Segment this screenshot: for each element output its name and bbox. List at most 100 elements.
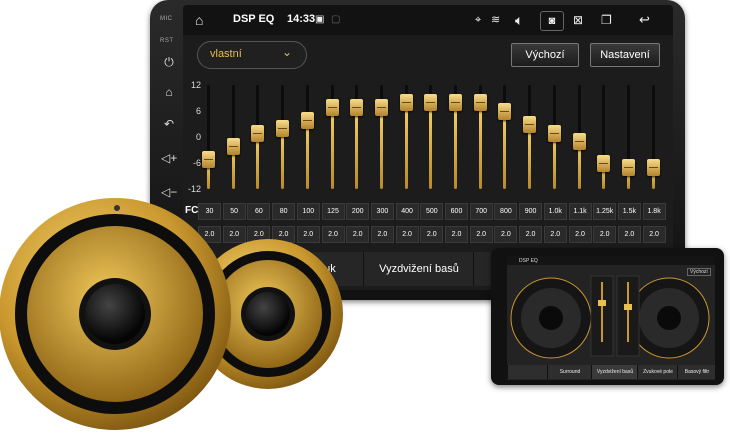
fc-cell[interactable]: 1.0k bbox=[543, 203, 567, 220]
fc-cell[interactable]: 1.25k bbox=[593, 203, 617, 220]
default-button[interactable]: Výchozí bbox=[511, 43, 579, 67]
slider-knob[interactable] bbox=[202, 150, 215, 168]
power-icon[interactable]: ⏻ bbox=[161, 54, 177, 70]
fc-cell[interactable]: 300 bbox=[370, 203, 394, 220]
fc-cell[interactable]: 1.8k bbox=[642, 203, 666, 220]
slider-knob[interactable] bbox=[621, 159, 635, 177]
volume-up-icon[interactable]: ◁+ bbox=[161, 150, 177, 166]
status-bar: ⌂ DSP EQ 14:33 ▣ ▢ ⌖ ≋ 🔈︎ ◙ ⊠ ❐ ↩ bbox=[183, 5, 673, 35]
slider-knob[interactable] bbox=[276, 120, 290, 138]
slider-fill bbox=[281, 128, 285, 189]
eq-slider-80[interactable] bbox=[273, 85, 293, 189]
slider-knob[interactable] bbox=[325, 98, 339, 116]
preset-dropdown[interactable]: vlastní ⌄ bbox=[197, 41, 307, 69]
slider-fill bbox=[305, 119, 309, 189]
home-icon[interactable]: ⌂ bbox=[161, 84, 177, 100]
clock: 14:33 bbox=[287, 13, 316, 25]
eq-slider-1.0k[interactable] bbox=[545, 85, 565, 189]
tablet-tab-surround[interactable]: Surround bbox=[547, 365, 592, 379]
eq-slider-30[interactable] bbox=[199, 85, 219, 189]
q-cell[interactable]: 2.0 bbox=[370, 226, 394, 243]
fc-cell[interactable]: 600 bbox=[445, 203, 468, 220]
slider-fill bbox=[503, 111, 507, 189]
close-app-icon[interactable]: ⊠ bbox=[573, 11, 583, 29]
slider-knob[interactable] bbox=[498, 103, 512, 120]
q-cell[interactable]: 2.0 bbox=[543, 226, 567, 243]
fc-cell[interactable]: 700 bbox=[469, 203, 493, 220]
volume-icon[interactable]: 🔈︎ bbox=[515, 11, 523, 29]
fc-cell[interactable]: 500 bbox=[420, 203, 444, 220]
slider-knob[interactable] bbox=[523, 116, 537, 133]
eq-slider-125[interactable] bbox=[323, 85, 343, 189]
eq-slider-100[interactable] bbox=[298, 85, 318, 189]
q-cell[interactable]: 2.0 bbox=[519, 226, 543, 243]
eq-slider-200[interactable] bbox=[347, 85, 367, 189]
slider-knob[interactable] bbox=[300, 111, 314, 129]
camera-icon[interactable]: ◙ bbox=[540, 11, 564, 31]
location-icon: ⌖ bbox=[475, 14, 482, 26]
back-icon[interactable]: ↶ bbox=[161, 116, 177, 132]
q-cell[interactable]: 2.0 bbox=[617, 226, 641, 243]
fc-cell[interactable]: 400 bbox=[395, 203, 419, 220]
eq-slider-600[interactable] bbox=[446, 85, 466, 189]
q-cell[interactable]: 2.0 bbox=[494, 226, 518, 243]
tablet-tab-0[interactable] bbox=[507, 365, 548, 379]
gallery-icon: ▣ bbox=[315, 14, 325, 25]
eq-slider-1.5k[interactable] bbox=[619, 85, 639, 189]
q-cell[interactable]: 2.0 bbox=[593, 226, 617, 243]
slider-knob[interactable] bbox=[424, 94, 438, 112]
q-cell[interactable]: 2.0 bbox=[445, 226, 468, 243]
fc-cell[interactable]: 1.5k bbox=[617, 203, 641, 220]
q-cell[interactable]: 2.0 bbox=[469, 226, 493, 243]
slider-fill bbox=[478, 102, 482, 189]
windows-icon[interactable]: ❐ bbox=[601, 11, 612, 29]
left-rail: MIC RST ⏻ ⌂ ↶ ◁+ ◁− bbox=[155, 12, 183, 212]
notification-icon: ▢ bbox=[331, 14, 341, 25]
q-cell[interactable]: 2.0 bbox=[420, 226, 444, 243]
slider-knob[interactable] bbox=[251, 124, 265, 142]
fc-cell[interactable]: 1.1k bbox=[568, 203, 592, 220]
eq-slider-1.1k[interactable] bbox=[570, 85, 590, 189]
slider-knob[interactable] bbox=[449, 94, 462, 112]
slider-knob[interactable] bbox=[547, 124, 561, 142]
tablet-tab-bass-boost[interactable]: Vyzdvižení basů bbox=[591, 365, 638, 379]
q-cell[interactable]: 2.0 bbox=[395, 226, 419, 243]
back-icon[interactable]: ↩ bbox=[639, 11, 650, 29]
q-cell[interactable]: 2.0 bbox=[568, 226, 592, 243]
slider-knob[interactable] bbox=[399, 94, 413, 112]
eq-slider-700[interactable] bbox=[471, 85, 491, 189]
eq-slider-50[interactable] bbox=[224, 85, 244, 189]
fc-cell[interactable]: 900 bbox=[519, 203, 543, 220]
slider-fill bbox=[429, 102, 433, 189]
tab-bass-boost[interactable]: Vyzdvižení basů bbox=[363, 252, 474, 286]
q-cell[interactable]: 2.0 bbox=[642, 226, 666, 243]
eq-slider-1.25k[interactable] bbox=[594, 85, 614, 189]
eq-slider-800[interactable] bbox=[495, 85, 515, 189]
slider-knob[interactable] bbox=[597, 155, 611, 172]
slider-knob[interactable] bbox=[572, 133, 586, 151]
eq-slider-500[interactable] bbox=[421, 85, 441, 189]
chevron-down-icon: ⌄ bbox=[282, 45, 293, 59]
slider-fill bbox=[404, 102, 408, 189]
tablet-speakers bbox=[510, 275, 710, 359]
eq-slider-400[interactable] bbox=[397, 85, 417, 189]
eq-slider-60[interactable] bbox=[248, 85, 268, 189]
eq-slider-1.8k[interactable] bbox=[644, 85, 664, 189]
preset-label: vlastní bbox=[210, 48, 242, 60]
app-title: DSP EQ bbox=[233, 13, 275, 25]
eq-slider-900[interactable] bbox=[520, 85, 540, 189]
slider-knob[interactable] bbox=[350, 98, 364, 116]
slider-fill bbox=[330, 106, 334, 189]
slider-knob[interactable] bbox=[646, 159, 660, 177]
tablet-tab-bass-filter[interactable]: Basový filtr bbox=[677, 365, 715, 379]
slider-knob[interactable] bbox=[473, 94, 487, 112]
wifi-icon: ≋ bbox=[491, 14, 501, 26]
fc-cell[interactable]: 800 bbox=[494, 203, 518, 220]
slider-knob[interactable] bbox=[226, 137, 240, 155]
eq-slider-300[interactable] bbox=[372, 85, 392, 189]
settings-button[interactable]: Nastavení bbox=[590, 43, 660, 67]
home-icon[interactable]: ⌂ bbox=[195, 11, 203, 29]
slider-knob[interactable] bbox=[374, 98, 388, 116]
slider-fill bbox=[379, 106, 383, 189]
tablet-tab-sound-field[interactable]: Zvukové pole bbox=[637, 365, 678, 379]
